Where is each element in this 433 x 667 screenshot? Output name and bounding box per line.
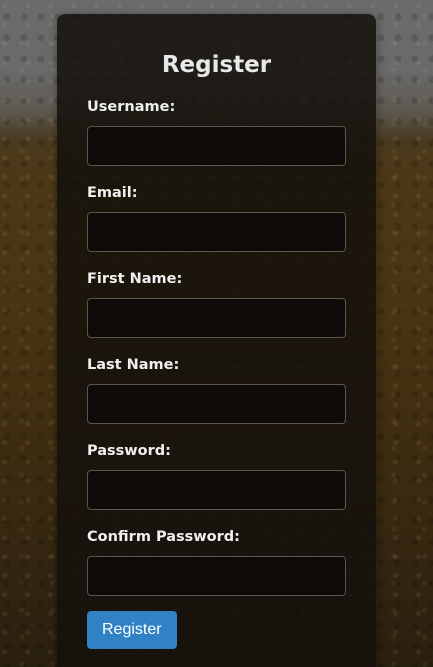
first-name-label: First Name: (87, 271, 183, 287)
first-name-field-group: First Name: (87, 270, 346, 338)
last-name-field-group: Last Name: (87, 356, 346, 424)
password-input[interactable] (87, 470, 346, 510)
email-label: Email: (87, 185, 138, 201)
password-field-group: Password: (87, 442, 346, 510)
register-button[interactable]: Register (87, 611, 177, 649)
first-name-input[interactable] (87, 298, 346, 338)
username-label: Username: (87, 99, 176, 115)
confirm-password-field-group: Confirm Password: (87, 528, 346, 596)
password-label: Password: (87, 443, 171, 459)
email-field-group: Email: (87, 184, 346, 252)
username-input[interactable] (87, 126, 346, 166)
last-name-input[interactable] (87, 384, 346, 424)
confirm-password-label: Confirm Password: (87, 529, 240, 545)
last-name-label: Last Name: (87, 357, 180, 373)
email-input[interactable] (87, 212, 346, 252)
form-title: Register (161, 52, 272, 78)
register-card: Register Username: Email: First Name: La… (57, 14, 376, 667)
username-field-group: Username: (87, 98, 346, 166)
confirm-password-input[interactable] (87, 556, 346, 596)
